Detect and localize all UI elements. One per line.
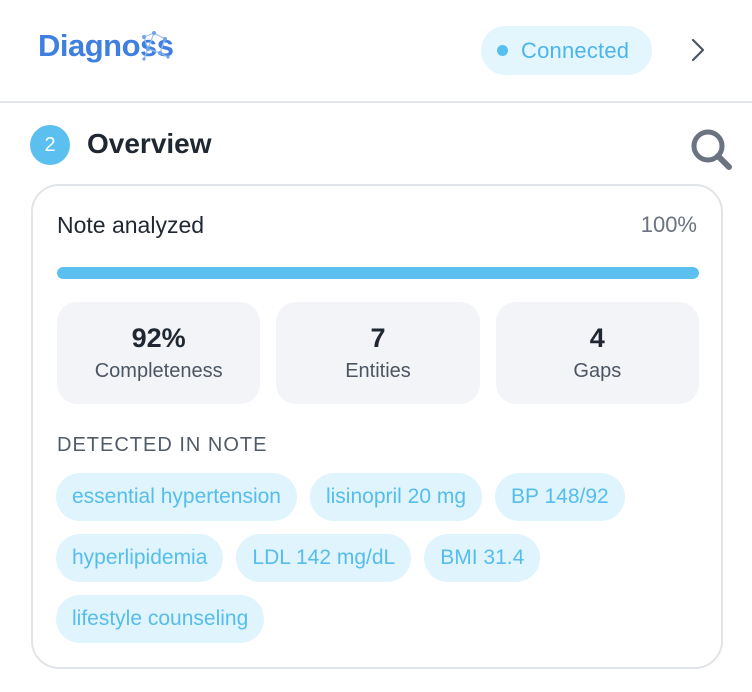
stat-value: 92% <box>131 323 186 353</box>
stat-value: 7 <box>370 323 386 353</box>
stat-value: 4 <box>589 323 605 353</box>
search-icon <box>691 129 732 170</box>
entity-tag[interactable]: hyperlipidemia <box>56 534 224 582</box>
stat-label: Gaps <box>573 360 622 382</box>
detected-tags: essential hypertension lisinopril 20 mg … <box>56 473 706 643</box>
status-dot-icon <box>497 45 508 56</box>
entity-tag[interactable]: essential hypertension <box>56 473 297 521</box>
search-button[interactable] <box>688 127 734 171</box>
stat-completeness: 92% Completeness <box>57 302 261 404</box>
stat-entities: 7 Entities <box>276 302 480 404</box>
stat-label: Entities <box>345 360 411 382</box>
overview-card: Note analyzed 100% 92% Completeness 7 En… <box>31 184 723 669</box>
expand-button[interactable] <box>682 33 714 67</box>
entity-tag[interactable]: lisinopril 20 mg <box>309 473 483 521</box>
stat-gaps: 4 Gaps <box>495 302 699 404</box>
entity-tag[interactable]: LDL 142 mg/dL <box>236 534 412 582</box>
progress-bar-fill <box>57 267 699 279</box>
progress-percent: 100% <box>640 212 697 237</box>
diagnoss-logo: Diagnoss <box>38 27 174 65</box>
entity-tag[interactable]: BMI 31.4 <box>424 534 541 582</box>
stat-label: Completeness <box>94 360 223 382</box>
status-label: Connected <box>521 37 630 63</box>
connection-status-badge: Connected <box>481 26 652 75</box>
entity-tag[interactable]: lifestyle counseling <box>56 595 265 643</box>
section-title: Overview <box>87 128 212 159</box>
stats-row: 92% Completeness 7 Entities 4 Gaps <box>57 302 699 404</box>
entity-tag[interactable]: BP 148/92 <box>495 473 625 521</box>
chevron-right-icon <box>691 38 705 62</box>
logo-network-icon <box>142 31 170 61</box>
progress-bar <box>57 267 699 279</box>
step-number-badge: 2 <box>30 125 70 165</box>
progress-label: Note analyzed <box>57 212 205 238</box>
detected-heading: DETECTED IN NOTE <box>57 434 268 456</box>
app-header: Diagnoss Connected <box>0 0 752 103</box>
